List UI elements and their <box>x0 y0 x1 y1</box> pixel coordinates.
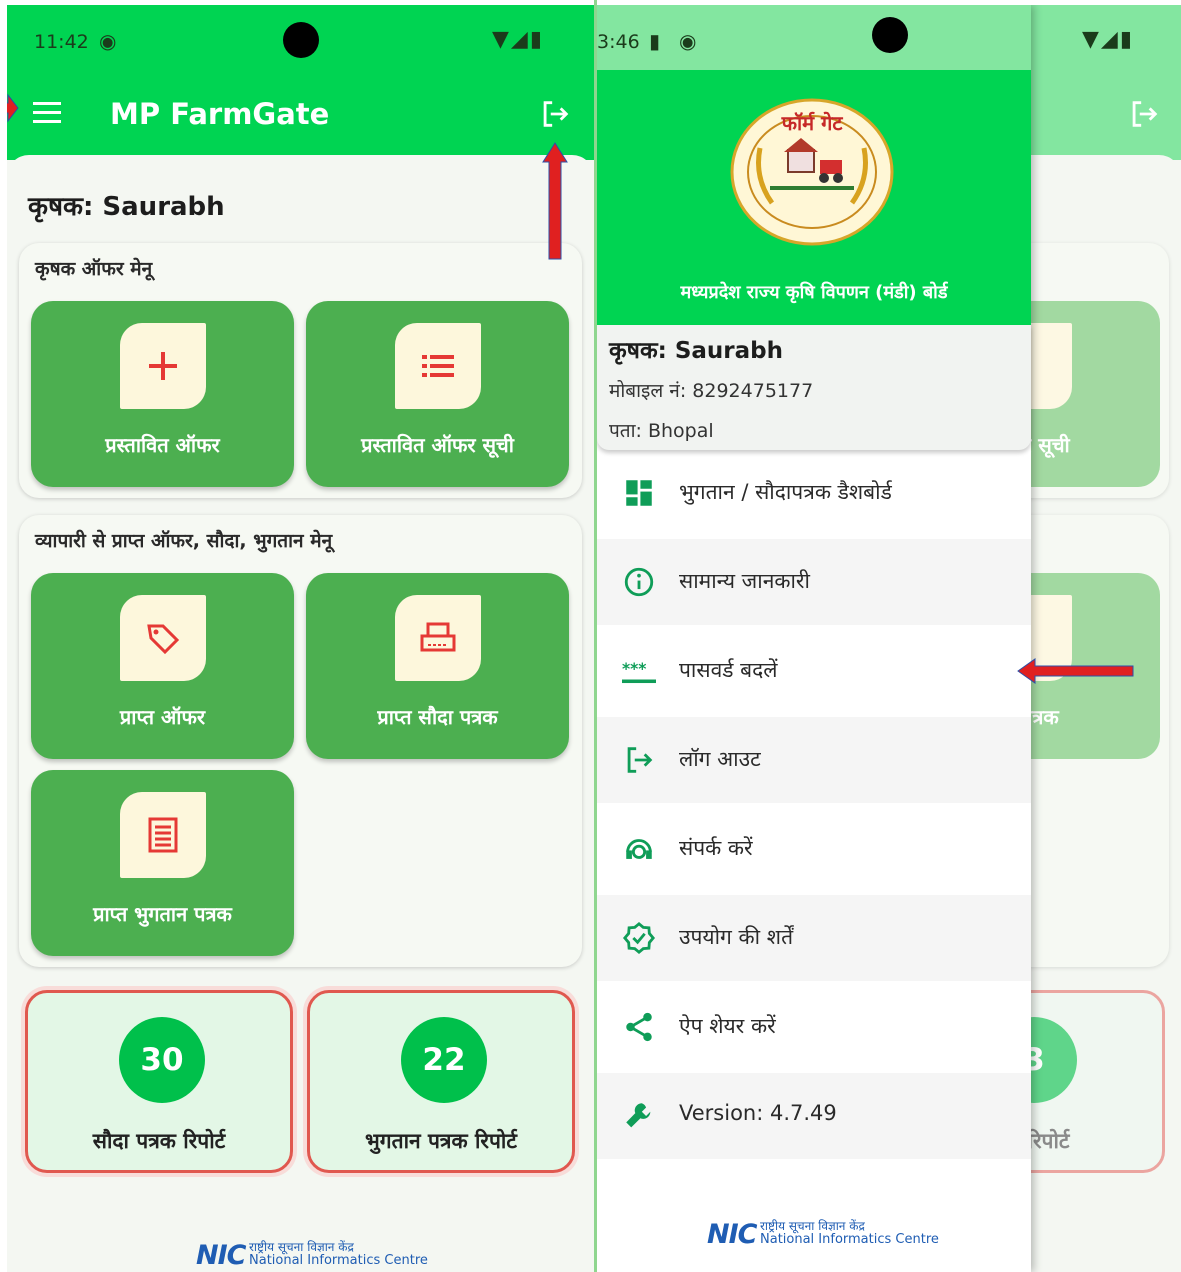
status-bar: 11:42 ◉ ▼◢▮ <box>7 5 594 75</box>
status-time: 11:42 <box>34 31 89 53</box>
trader-menu: व्यापारी से प्राप्त ऑफर, सौदा, भुगतान मे… <box>19 515 582 967</box>
drawer-item-label: उपयोग की शर्तें <box>679 925 794 949</box>
mandi-board-logo: फॉर्म गेट <box>730 98 894 246</box>
drawer-item-share-app[interactable]: ऐप शेयर करें <box>597 984 1031 1070</box>
support-agent-icon <box>626 839 652 859</box>
drawer-item-label: भुगतान / सौदापत्रक डैशबोर्ड <box>679 480 892 504</box>
tile-label: प्रस्तावित ऑफर सूची <box>361 433 514 457</box>
tile-received-offer[interactable]: प्राप्त ऑफर <box>31 573 294 759</box>
drawer-item-label: ऐप शेयर करें <box>679 1014 776 1038</box>
tile-label: प्राप्त भुगतान पत्रक <box>93 902 232 926</box>
status-time: 3:46 <box>597 31 640 53</box>
plus-icon <box>120 323 206 409</box>
profile-card: कृषक: Saurabh मोबाइल नं: 8292475177 पता:… <box>597 325 1031 450</box>
drawer-status-area: 3:46 ▮ ◉ <box>597 5 1031 75</box>
section-title: व्यापारी से प्राप्त ऑफर, सौदा, भुगतान मे… <box>35 530 333 552</box>
farmer-offer-menu: कृषक ऑफर मेनू प्रस्तावित ऑफर प्रस्तावित … <box>19 243 582 498</box>
logout-icon[interactable] <box>538 97 572 131</box>
signal-battery-icons: ▼◢▮ <box>492 27 544 52</box>
report-label: सौदा पत्रक रिपोर्ट <box>92 1129 226 1153</box>
nic-english-text: National Informatics Centre <box>760 1232 939 1247</box>
drawer-item-terms[interactable]: उपयोग की शर्तें <box>597 895 1031 981</box>
dashboard-icon <box>626 480 652 506</box>
printer-icon <box>395 595 481 681</box>
password-icon: *** <box>622 660 656 684</box>
tile-received-deal-sheet[interactable]: प्राप्त सौदा पत्रक <box>306 573 569 759</box>
drawer-header: फॉर्म गेट मध्यप्रदेश राज्य कृषि विपणन (म… <box>597 70 1031 325</box>
drawer-item-label: पासवर्ड बदलें <box>679 658 778 682</box>
tile-proposed-offer-list[interactable]: प्रस्तावित ऑफर सूची <box>306 301 569 487</box>
drawer-item-dashboard[interactable]: भुगतान / सौदापत्रक डैशबोर्ड <box>597 450 1031 536</box>
nic-mark: NIC <box>196 1240 246 1271</box>
nic-english-text: National Informatics Centre <box>249 1253 428 1268</box>
drawer-item-version: Version: 4.7.49 <box>597 1073 1031 1159</box>
tile-received-payment-sheet[interactable]: प्राप्त भुगतान पत्रक <box>31 770 294 956</box>
signal-battery-icons: ▼◢▮ <box>1082 27 1134 52</box>
section-title: कृषक ऑफर मेनू <box>35 258 153 280</box>
tag-icon <box>120 595 206 681</box>
share-icon <box>626 1012 652 1042</box>
logout-icon <box>627 747 653 773</box>
sync-icon: ◉ <box>99 29 117 53</box>
tile-label: प्रस्तावित ऑफर <box>105 433 220 457</box>
drawer-item-general-info[interactable]: सामान्य जानकारी <box>597 539 1031 625</box>
tile-label: प्राप्त सौदा पत्रक <box>377 705 498 729</box>
drawer-item-label: Version: 4.7.49 <box>679 1101 837 1125</box>
info-icon <box>624 567 654 597</box>
camera-cutout <box>872 17 908 53</box>
deal-sheet-report-card[interactable]: 30 सौदा पत्रक रिपोर्ट <box>25 990 293 1173</box>
annotation-arrow-logout <box>542 142 568 260</box>
profile-address: पता: Bhopal <box>609 420 714 442</box>
nic-mark: NIC <box>707 1219 757 1250</box>
list-icon <box>395 323 481 409</box>
camera-cutout <box>283 22 319 58</box>
annotation-arrow-password <box>1017 658 1134 684</box>
drawer-item-contact[interactable]: संपर्क करें <box>597 806 1031 892</box>
wrench-icon <box>626 1103 651 1128</box>
report-label: भुगतान पत्रक रिपोर्ट <box>365 1129 517 1153</box>
svg-text:***: *** <box>622 660 646 678</box>
drawer-item-label: लॉग आउट <box>679 747 761 771</box>
nic-logo: NIC राष्ट्रीय सूचना विज्ञान केंद्र Natio… <box>196 1238 428 1272</box>
app-title: MP FarmGate <box>110 97 330 131</box>
logout-icon <box>1132 101 1158 127</box>
profile-name: कृषक: Saurabh <box>609 338 783 364</box>
app-bar: MP FarmGate <box>7 75 594 160</box>
drawer-item-logout[interactable]: लॉग आउट <box>597 717 1031 803</box>
annotation-arrow-menu <box>7 93 19 123</box>
tile-proposed-offer[interactable]: प्रस्तावित ऑफर <box>31 301 294 487</box>
receipt-icon <box>120 792 206 878</box>
navigation-drawer: 3:46 ▮ ◉ फॉर्म गेट मध्यप्रदेश राज्य कृषि… <box>597 5 1031 1272</box>
count-badge: 22 <box>401 1017 487 1103</box>
profile-mobile: मोबाइल नं: 8292475177 <box>609 380 814 402</box>
tile-label: प्राप्त ऑफर <box>119 705 206 729</box>
drawer-item-label: संपर्क करें <box>679 836 753 860</box>
nic-logo: NIC राष्ट्रीय सूचना विज्ञान केंद्र Natio… <box>707 1217 939 1251</box>
drawer-item-label: सामान्य जानकारी <box>679 569 810 593</box>
sd-card-icon: ▮ <box>649 29 661 53</box>
board-name: मध्यप्रदेश राज्य कृषि विपणन (मंडी) बोर्ड <box>680 282 948 303</box>
sync-icon: ◉ <box>679 29 697 53</box>
drawer-item-change-password[interactable]: *** पासवर्ड बदलें <box>597 628 1031 714</box>
farmer-name: कृषक: Saurabh <box>28 192 225 222</box>
right-phone-screen: 3:46 ▮ ◉ ▼◢▮ ऑफर सूची दा पत्रक 3 त्रक रि… <box>597 5 1181 1272</box>
count-badge: 30 <box>119 1017 205 1103</box>
menu-icon[interactable] <box>33 102 61 124</box>
svg-text:फॉर्म गेट: फॉर्म गेट <box>781 111 844 135</box>
verified-icon <box>622 921 656 955</box>
payment-sheet-report-card[interactable]: 22 भुगतान पत्रक रिपोर्ट <box>307 990 575 1173</box>
left-phone-screen: 11:42 ◉ ▼◢▮ MP FarmGate कृषक: Saurabh कृ… <box>7 5 594 1272</box>
